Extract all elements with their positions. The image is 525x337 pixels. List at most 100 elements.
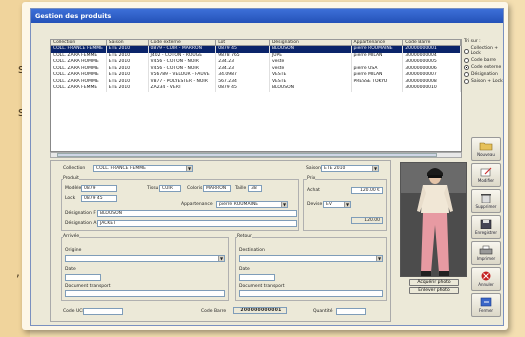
lock-label: Lock: [65, 196, 76, 201]
column-header[interactable]: Code Barre: [403, 40, 461, 45]
window-title: Gestion des produits: [31, 9, 503, 23]
code-barre-label: Code Barre: [201, 309, 227, 314]
toolbar-label: Fermer: [478, 308, 494, 313]
tissu-field[interactable]: CUIR: [159, 185, 181, 192]
collection-select[interactable]: COLL. FRANCE FEMME ▼: [93, 165, 193, 172]
product-detail-form: Collection COLL. FRANCE FEMME ▼ Saison ET…: [50, 160, 391, 322]
radio-label: Désignation: [471, 72, 498, 77]
chevron-down-icon: ▼: [186, 166, 192, 171]
column-header[interactable]: Désignation: [270, 40, 352, 45]
table-row[interactable]: COLL. ZARA FEMME ETE 2010 ZA234 - VERT 0…: [51, 85, 461, 92]
radio-label: Collection + Lock: [470, 46, 499, 56]
date-arrivee-field[interactable]: [65, 274, 101, 281]
radio-label: Saison + Lock: [471, 79, 503, 84]
designation-f-field[interactable]: BLOUSON: [97, 210, 297, 217]
exit-icon: [480, 297, 492, 307]
quantite-field[interactable]: [336, 308, 366, 315]
taille-field[interactable]: 38: [248, 185, 262, 192]
cell: COLL. ZARA FEMME: [51, 85, 107, 92]
cell: 30000000010: [403, 85, 461, 92]
cell: ZA234 - VERT: [149, 85, 217, 92]
devise-value: EV: [326, 202, 332, 207]
radio-icon: [464, 48, 469, 54]
lock-field[interactable]: 0879 45: [81, 195, 117, 202]
tissu-label: Tissu: [147, 186, 159, 191]
column-header[interactable]: Saison: [107, 40, 149, 45]
toolbar-label: Imprimer: [476, 256, 496, 261]
cell: ETE 2010: [107, 85, 149, 92]
bg-text-fragment-3: ,: [16, 265, 20, 279]
trash-icon: [481, 194, 491, 203]
cell: BLOUSON: [270, 85, 352, 92]
achat-label: Achat: [307, 188, 320, 193]
doc-transport-retour-label: Document transport: [239, 284, 285, 289]
saison-value: ETE 2010: [324, 166, 346, 171]
product-list[interactable]: COLL. FRANCE FEMME ETE 2010 0879 - CUIR …: [50, 46, 462, 152]
collection-value: COLL. FRANCE FEMME: [96, 166, 146, 171]
product-management-window: Gestion des produits Collection Saison C…: [30, 8, 504, 326]
radio-icon: [464, 58, 469, 63]
saison-select[interactable]: ETE 2010 ▼: [321, 165, 379, 172]
sort-radio-designation[interactable]: Désignation: [464, 72, 503, 77]
edit-button[interactable]: Modifier: [471, 163, 501, 187]
doc-transport-label: Document transport: [65, 284, 111, 289]
taille-label: Taille: [235, 186, 247, 191]
coloris-label: Coloris: [187, 186, 203, 191]
save-button[interactable]: Enregistrer: [471, 215, 501, 239]
cell: [352, 85, 404, 92]
sort-options: Tri sur : Collection + Lock Code barre C…: [464, 39, 503, 97]
chevron-down-icon: ▼: [376, 256, 382, 261]
appartenance-select[interactable]: pierre ROUMAINE ▼: [216, 201, 288, 208]
devise-select[interactable]: EV ▼: [323, 201, 351, 208]
folder-icon: [479, 142, 493, 151]
cancel-icon: [481, 271, 491, 281]
cancel-button[interactable]: Annuler: [471, 267, 501, 291]
code-ucd-field[interactable]: [83, 308, 123, 315]
acquire-photo-button[interactable]: Acquérir photo: [409, 279, 459, 286]
column-header[interactable]: Collection: [51, 40, 107, 45]
designation-f-label: Désignation F: [65, 211, 96, 216]
sort-radio-collection[interactable]: Collection + Lock: [464, 46, 503, 56]
origine-select[interactable]: ▼: [65, 255, 225, 262]
product-photo: [400, 162, 467, 277]
column-header[interactable]: Lot: [216, 40, 270, 45]
designation-a-field[interactable]: JACKET: [97, 220, 297, 227]
column-header[interactable]: Code externe: [149, 40, 217, 45]
toolbar-label: Enregistrer: [474, 230, 498, 235]
date-retour-label: Date: [239, 267, 250, 272]
modele-label: Modèle: [65, 186, 82, 191]
modele-field[interactable]: 0879: [81, 185, 117, 192]
new-button[interactable]: Nouveau: [471, 137, 501, 161]
date-retour-field[interactable]: [239, 274, 275, 281]
column-header[interactable]: Appartenance: [352, 40, 404, 45]
list-horizontal-scrollbar[interactable]: [50, 152, 462, 158]
chevron-down-icon: ▼: [344, 202, 350, 207]
produit-group-label: Produit: [63, 176, 79, 181]
doc-transport-retour-field[interactable]: [239, 290, 383, 297]
radio-label: Code barre: [471, 58, 496, 63]
quantite-label: Quantité: [313, 309, 333, 314]
product-list-header: Collection Saison Code externe Lot Désig…: [50, 39, 462, 46]
sort-radio-code-externe[interactable]: Code externe: [464, 65, 503, 70]
arrivee-group-label: Arrivée: [63, 234, 80, 239]
radio-icon: [464, 79, 469, 84]
prix-converted-field: 120.00: [351, 217, 383, 224]
print-button[interactable]: Imprimer: [471, 241, 501, 265]
close-button[interactable]: Fermer: [471, 293, 501, 317]
radio-icon: [464, 72, 469, 77]
delete-photo-button[interactable]: Enlever photo: [409, 287, 459, 294]
coloris-field[interactable]: MARRON: [203, 185, 231, 192]
doc-transport-field[interactable]: [65, 290, 225, 297]
sort-radio-saison[interactable]: Saison + Lock: [464, 79, 503, 84]
radio-label: Code externe: [471, 65, 502, 70]
date-arrivee-label: Date: [65, 267, 76, 272]
destination-select[interactable]: ▼: [239, 255, 383, 262]
prix-group-label: Prix: [307, 176, 316, 181]
destination-label: Destination: [239, 248, 265, 253]
achat-field[interactable]: 120.00 €: [351, 187, 383, 194]
appartenance-label: Appartenance: [181, 202, 213, 207]
scrollbar-thumb[interactable]: [57, 153, 437, 157]
delete-button[interactable]: Supprimer: [471, 189, 501, 213]
saison-label: Saison: [306, 166, 321, 171]
sort-radio-code-barre[interactable]: Code barre: [464, 58, 503, 63]
